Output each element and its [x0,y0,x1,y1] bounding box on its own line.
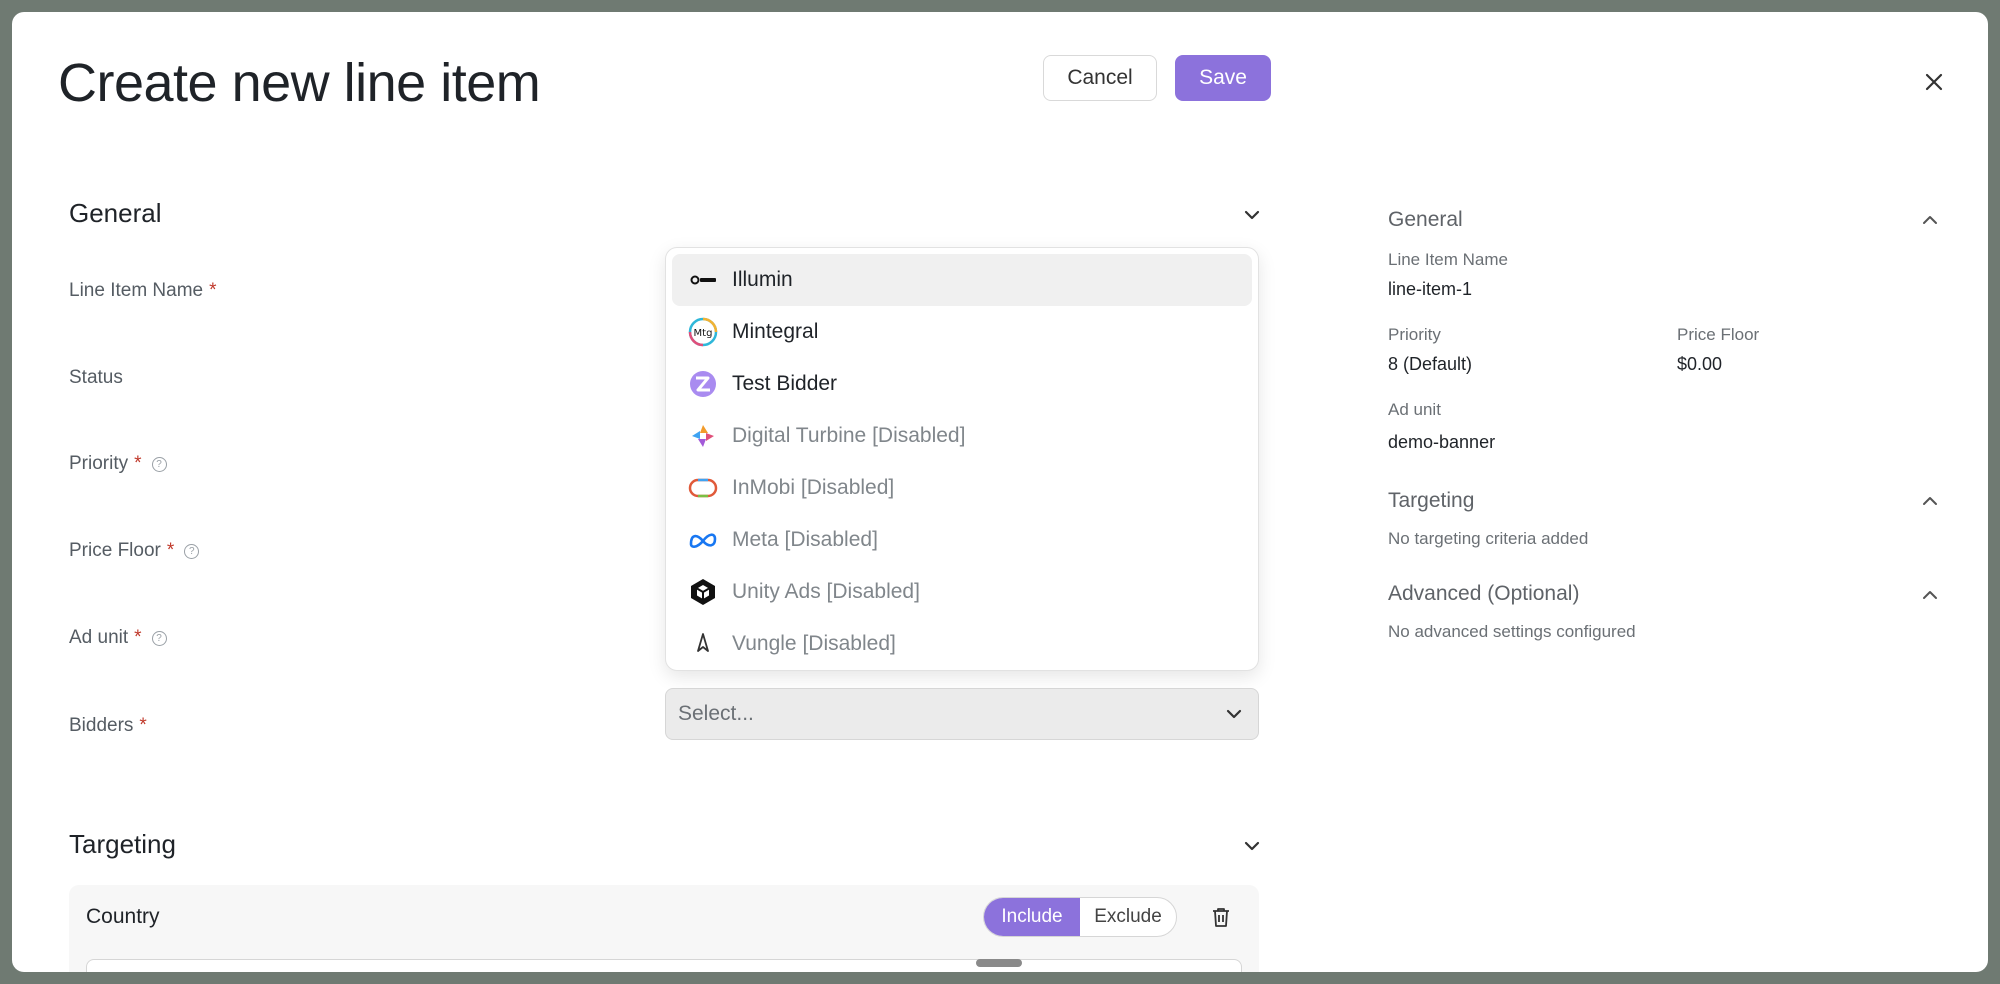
dropdown-option-test-bidder[interactable]: Test Bidder [672,358,1252,410]
unity-logo-icon [688,577,718,607]
required-mark: * [166,540,175,561]
dropdown-option-unity-ads[interactable]: Unity Ads [Disabled] [672,566,1252,618]
trash-icon[interactable] [1209,905,1233,929]
required-mark: * [209,280,217,301]
scroll-handle[interactable] [976,959,1022,967]
bidders-select[interactable]: Select... [665,688,1259,740]
dropdown-option-label: Meta [Disabled] [732,528,878,551]
summary-general-title: General [1388,208,1463,231]
help-icon[interactable]: ? [151,630,167,646]
vungle-logo-icon [688,629,718,659]
dropdown-option-label: InMobi [Disabled] [732,476,895,499]
create-line-item-modal: Create new line item Cancel Save General… [12,12,1988,972]
bidders-dropdown-menu: Illumin Mtg Mintegral Test Bidder Digita… [665,247,1259,671]
required-mark: * [134,627,142,648]
chevron-up-icon[interactable] [1920,491,1940,511]
summary-price-floor-value: $0.00 [1677,354,1723,374]
country-label: Country [86,905,160,928]
save-button[interactable]: Save [1175,55,1271,101]
help-icon[interactable]: ? [151,456,167,472]
price-floor-label: Price Floor * ? [69,540,200,562]
dropdown-option-label: Mintegral [732,320,819,343]
svg-text:Mtg: Mtg [694,328,713,339]
dropdown-option-mintegral[interactable]: Mtg Mintegral [672,306,1252,358]
status-label: Status [69,367,123,389]
bidders-text: Bidders [69,715,134,736]
illumin-logo-icon [688,265,718,295]
chevron-up-icon[interactable] [1920,585,1940,605]
dropdown-option-label: Vungle [Disabled] [732,632,896,655]
dropdown-option-label: Unity Ads [Disabled] [732,580,920,603]
dropdown-option-meta[interactable]: Meta [Disabled] [672,514,1252,566]
dropdown-option-vungle[interactable]: Vungle [Disabled] [672,618,1252,670]
summary-line-item-name-label: Line Item Name [1388,250,1508,269]
cancel-button[interactable]: Cancel [1043,55,1157,101]
summary-price-floor-label: Price Floor [1677,325,1760,344]
ad-unit-label: Ad unit * ? [69,627,167,649]
bidders-placeholder: Select... [678,702,754,725]
dropdown-option-inmobi[interactable]: InMobi [Disabled] [672,462,1252,514]
summary-ad-unit-value: demo-banner [1388,432,1496,452]
mintegral-logo-icon: Mtg [688,317,718,347]
summary-priority-label: Priority [1388,325,1441,344]
include-exclude-toggle[interactable]: Include Exclude [983,897,1177,937]
exclude-button[interactable]: Exclude [1080,898,1176,936]
summary-targeting-note: No targeting criteria added [1388,529,1589,548]
country-targeting-card: Country Include Exclude [69,885,1259,972]
dropdown-option-illumin[interactable]: Illumin [672,254,1252,306]
bidders-label: Bidders * [69,715,147,737]
dropdown-option-label: Illumin [732,268,793,291]
form-panel: Create new line item Cancel Save General… [12,12,1318,972]
required-mark: * [134,453,142,474]
meta-logo-icon [688,525,718,555]
summary-priority-value: 8 (Default) [1388,354,1473,374]
help-icon[interactable]: ? [184,543,200,559]
include-button[interactable]: Include [984,898,1080,936]
page-title: Create new line item [58,53,541,113]
summary-ad-unit-label: Ad unit [1388,400,1441,419]
summary-line-item-name-value: line-item-1 [1388,279,1473,299]
general-section-title: General [69,198,162,228]
country-input[interactable] [86,959,1242,972]
chevron-up-icon[interactable] [1920,210,1940,230]
digital-turbine-logo-icon [688,421,718,451]
chevron-down-icon [1224,704,1244,724]
inmobi-logo-icon [688,473,718,503]
close-icon[interactable] [1922,70,1946,94]
dropdown-option-label: Digital Turbine [Disabled] [732,424,966,447]
summary-targeting-title: Targeting [1388,489,1475,512]
priority-label: Priority * ? [69,453,167,475]
priority-text: Priority [69,453,129,474]
price-floor-text: Price Floor [69,540,161,561]
ad-unit-text: Ad unit [69,627,129,648]
test-bidder-logo-icon [688,369,718,399]
chevron-down-icon[interactable] [1242,836,1262,856]
chevron-down-icon[interactable] [1242,205,1262,225]
dropdown-option-digital-turbine[interactable]: Digital Turbine [Disabled] [672,410,1252,462]
status-text: Status [69,367,123,388]
summary-advanced-note: No advanced settings configured [1388,622,1636,641]
summary-advanced-title: Advanced (Optional) [1388,582,1580,605]
targeting-section-title: Targeting [69,829,176,859]
dropdown-option-label: Test Bidder [732,372,838,395]
line-item-name-label: Line Item Name * [69,280,217,302]
line-item-name-text: Line Item Name [69,280,204,301]
required-mark: * [139,715,147,736]
